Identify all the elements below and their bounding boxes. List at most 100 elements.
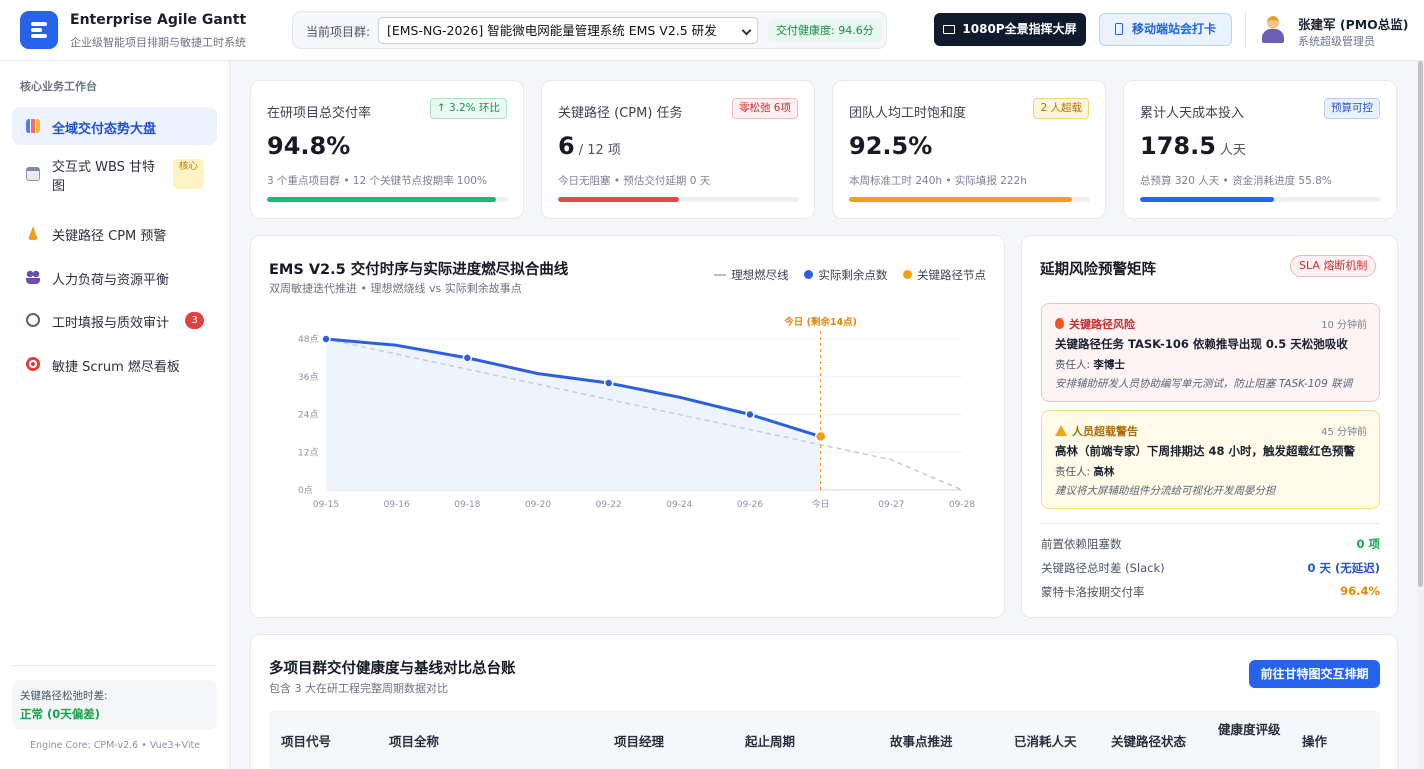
risk-title: 延期风险预警矩阵 xyxy=(1040,262,1156,278)
actual-data-point xyxy=(462,353,473,363)
top-bar: Enterprise Agile Gantt 企业级智能项目排期与敏捷工时系统 … xyxy=(0,0,1424,61)
sidebar-item-resources[interactable]: 人力负荷与资源平衡 xyxy=(12,258,217,296)
column-header[interactable]: 起止周期 xyxy=(745,731,795,750)
slack-status-box: 关键路径松弛时差: 正常 (0天偏差) xyxy=(12,680,217,730)
alert-overload[interactable]: 人员超载警告 45 分钟前 高林（前端专家）下周排期达 48 小时，触发超载红色… xyxy=(1041,410,1380,509)
column-header[interactable]: 项目代号 xyxy=(281,731,331,750)
goto-gantt-button[interactable]: 前往甘特图交互排期 xyxy=(1249,660,1380,688)
kpi-badge: 预算可控 xyxy=(1324,98,1380,119)
kpi-note: 今日无阻塞 • 预估交付延期 0 天 xyxy=(558,175,711,187)
table-subtitle: 包含 3 大在研工程完整周期数据对比 xyxy=(269,682,448,695)
user-name: 张建军 (PMO总监) xyxy=(1298,17,1409,32)
kpi-badge: 零松弛 6项 xyxy=(731,98,798,119)
alert-time: 45 分钟前 xyxy=(1321,427,1367,438)
y-tick-label: 12点 xyxy=(298,447,318,458)
kpi-value: 94.8% xyxy=(267,132,351,160)
column-header[interactable]: 项目经理 xyxy=(614,731,664,750)
fire-icon xyxy=(1055,318,1064,329)
kpi-value: 92.5% xyxy=(849,132,933,160)
sidebar-item-label: 交互式 WBS 甘特图 xyxy=(52,160,156,194)
bigscreen-button[interactable]: 1080P全景指挥大屏 xyxy=(934,13,1086,46)
x-tick-label: 09-24 xyxy=(666,500,692,510)
y-tick-label: 24点 xyxy=(298,410,318,421)
kpi-progress-bar xyxy=(849,197,1090,202)
x-tick-label: 09-18 xyxy=(454,500,480,510)
project-select-value: [EMS-NG-2026] 智能微电网能量管理系统 EMS V2.5 研发 xyxy=(387,23,717,38)
kpi-progress-fill xyxy=(267,197,496,202)
metric-critical-slack: 关键路径总时差 (Slack) 0 天 (无延迟) xyxy=(1041,561,1380,575)
sidebar-item-dashboard[interactable]: 全域交付态势大盘 xyxy=(12,107,217,145)
sidebar-item-cpm-alert[interactable]: 关键路径 CPM 预警 xyxy=(12,214,217,252)
kpi-title: 关键路径 (CPM) 任务 xyxy=(558,106,683,121)
column-header[interactable]: 故事点推进 xyxy=(890,731,953,750)
sidebar-divider xyxy=(12,665,217,666)
page-scrollbar[interactable] xyxy=(1417,61,1424,769)
alert-owner: 责任人: 高林 xyxy=(1055,466,1115,478)
legend-item-actual[interactable]: 实际剩余点数 xyxy=(804,268,887,282)
kpi-progress-bar xyxy=(558,197,799,202)
avatar[interactable] xyxy=(1259,14,1287,44)
calendar-icon xyxy=(26,167,40,181)
bigscreen-button-label: 1080P全景指挥大屏 xyxy=(962,22,1077,36)
alert-critical-path[interactable]: 关键路径风险 10 分钟前 关键路径任务 TASK-106 依赖推导出现 0.5… xyxy=(1041,303,1380,402)
legend-item-milestone[interactable]: 关键路径节点 xyxy=(903,268,986,282)
x-tick-label: 09-22 xyxy=(596,500,622,510)
phone-icon xyxy=(1114,23,1123,35)
alert-time: 10 分钟前 xyxy=(1321,320,1367,331)
x-tick-label: 09-16 xyxy=(384,500,410,510)
stopwatch-icon xyxy=(26,313,40,327)
chart-subtitle: 双周敏捷迭代推进 • 理想燃烧线 vs 实际剩余故事点 xyxy=(269,282,522,295)
x-tick-label: 09-15 xyxy=(313,500,339,510)
x-tick-label: 09-27 xyxy=(878,500,904,510)
column-header[interactable]: 项目全称 xyxy=(389,731,439,750)
kpi-team-saturation[interactable]: 团队人均工时饱和度 2 人超载 92.5% 本周标准工时 240h • 实际填报 22… xyxy=(832,80,1106,219)
kpi-note: 3 个重点项目群 • 12 个关键节点按期率 100% xyxy=(267,175,487,187)
lightning-icon xyxy=(28,226,38,240)
sidebar-section-title: 核心业务工作台 xyxy=(20,80,97,93)
column-header[interactable]: 已消耗人天 xyxy=(1014,731,1077,750)
monitor-icon xyxy=(943,25,956,34)
alert-title: 关键路径任务 TASK-106 依赖推导出现 0.5 天松弛吸收 xyxy=(1055,337,1348,351)
mobile-checkin-button[interactable]: 移动端站会打卡 xyxy=(1099,13,1232,46)
kpi-badge: 2 人超载 xyxy=(1033,98,1089,119)
sidebar: 核心业务工作台 全域交付态势大盘 交互式 WBS 甘特图 核心 关键路径 CPM… xyxy=(0,61,230,769)
project-label: 当前项目群: xyxy=(306,25,371,39)
kpi-progress-fill xyxy=(558,197,679,202)
sidebar-item-scrum-board[interactable]: 敏捷 Scrum 燃尽看板 xyxy=(12,345,217,383)
project-select[interactable]: [EMS-NG-2026] 智能微电网能量管理系统 EMS V2.5 研发 xyxy=(378,17,758,44)
scrollbar-thumb[interactable] xyxy=(1418,61,1423,587)
brand-title: Enterprise Agile Gantt xyxy=(70,12,247,28)
x-tick-label: 09-20 xyxy=(525,500,551,510)
kpi-critical-path[interactable]: 关键路径 (CPM) 任务 零松弛 6项 6/ 12 项今日无阻塞 • 预估交付延期… xyxy=(541,80,815,219)
brand-subtitle: 企业级智能项目排期与敏捷工时系统 xyxy=(70,36,246,49)
sidebar-item-label: 敏捷 Scrum 燃尽看板 xyxy=(52,360,180,375)
people-icon xyxy=(26,270,40,284)
alert-advice: 安排辅助研发人员协助编写单元测试，防止阻塞 TASK-109 联调 xyxy=(1055,378,1353,390)
column-header[interactable]: 健康度评级 xyxy=(1218,720,1282,740)
kpi-progress-fill xyxy=(849,197,1072,202)
kpi-title: 团队人均工时饱和度 xyxy=(849,106,967,121)
sidebar-item-label: 人力负荷与资源平衡 xyxy=(52,273,170,288)
y-tick-label: 0点 xyxy=(298,485,313,496)
column-header[interactable]: 操作 xyxy=(1302,731,1327,750)
core-tag: 核心 xyxy=(173,159,204,189)
kpi-value: 178.5 人天 xyxy=(1140,132,1246,160)
sidebar-item-wbs-gantt[interactable]: 交互式 WBS 甘特图 核心 xyxy=(12,155,217,194)
y-tick-label: 36点 xyxy=(298,372,318,383)
user-role: 系统超级管理员 xyxy=(1298,35,1375,48)
alert-type: 人员超载警告 xyxy=(1055,423,1138,439)
kpi-progress-bar xyxy=(1140,197,1381,202)
column-header[interactable]: 关键路径状态 xyxy=(1111,731,1186,750)
alert-owner: 责任人: 李博士 xyxy=(1055,359,1125,371)
kpi-cost-input[interactable]: 累计人天成本投入 预算可控 178.5 人天 总预算 320 人天 • 资金消耗进度 5… xyxy=(1123,80,1397,219)
risk-matrix-card: 延期风险预警矩阵 SLA 熔断机制 关键路径风险 10 分钟前 关键路径任务 T… xyxy=(1021,235,1398,618)
app-logo-icon[interactable] xyxy=(20,11,58,49)
target-icon xyxy=(26,357,40,371)
header-divider xyxy=(1245,12,1246,48)
legend-item-ideal[interactable]: 理想燃尽线 xyxy=(714,268,789,282)
sidebar-item-label: 关键路径 CPM 预警 xyxy=(52,229,167,244)
sla-badge[interactable]: SLA 熔断机制 xyxy=(1290,255,1377,277)
sidebar-item-timesheet[interactable]: 工时填报与质效审计 3 xyxy=(12,301,217,339)
table-header: 项目代号 项目全称 项目经理 起止周期 故事点推进 已消耗人天 关键路径状态 健… xyxy=(269,710,1380,769)
kpi-delivery-rate[interactable]: 在研项目总交付率 ↑ 3.2% 环比 94.8% 3 个重点项目群 • 12 个关键节… xyxy=(250,80,524,219)
